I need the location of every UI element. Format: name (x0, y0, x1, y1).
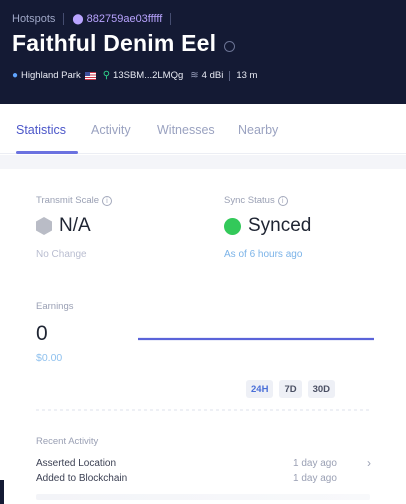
range-24h-button[interactable]: 24H (246, 380, 274, 398)
activity-item-text[interactable]: Asserted Location (36, 458, 116, 469)
breadcrumb-hotspots-link[interactable]: Hotspots (12, 13, 55, 25)
sync-status-value: Synced (248, 215, 312, 236)
tab-activity[interactable]: Activity (91, 123, 131, 137)
antenna-icon: ≋ (190, 70, 199, 81)
section-divider (36, 409, 370, 411)
tab-nearby[interactable]: Nearby (238, 123, 278, 137)
title-row: Faithful Denim Eel (12, 30, 236, 57)
hotspot-header: Hotspots ⬤ 882759ae03fffff Faithful Deni… (0, 0, 406, 104)
owner-address[interactable]: 13SBM...2LMQg (113, 70, 183, 81)
recent-activity-label: Recent Activity (36, 436, 99, 447)
location-text[interactable]: Highland Park (21, 70, 81, 81)
activity-item-time: 1 day ago (293, 473, 337, 484)
transmit-scale-value: N/A (59, 215, 91, 236)
hotspot-pin-icon: ⬤ (72, 13, 84, 25)
elevation: 13 m (236, 70, 258, 81)
sync-status-sub: As of 6 hours ago (224, 249, 303, 260)
transmit-scale-label: Transmit Scale i (36, 195, 112, 206)
transmit-scale-sub: No Change (36, 249, 87, 260)
earnings-sparkline (138, 337, 374, 341)
meta-divider (229, 70, 231, 81)
info-icon[interactable]: i (102, 195, 112, 206)
hexagon-icon (36, 217, 52, 235)
section-gap (0, 155, 406, 169)
hotspot-name: Faithful Denim Eel (12, 30, 217, 56)
hotspot-address[interactable]: ⬤ 882759ae03fffff (72, 13, 162, 25)
transmit-scale-label-text: Transmit Scale (36, 195, 99, 206)
range-selector: 24H 7D 30D (246, 380, 341, 398)
sync-status-label-text: Sync Status (224, 195, 275, 206)
breadcrumb-divider (63, 13, 65, 25)
activity-item-time: 1 day ago (293, 458, 337, 469)
tab-statistics[interactable]: Statistics (16, 123, 66, 137)
activity-item-text[interactable]: Added to Blockchain (36, 473, 127, 484)
sync-status-label: Sync Status i (224, 195, 288, 206)
antenna-gain: 4 dBi (201, 70, 224, 81)
owner-icon: ⚲ (102, 70, 111, 81)
green-dot-icon (224, 218, 241, 235)
hotspot-meta: ● Highland Park ⚲ 13SBM...2LMQg ≋ 4 dBi … (12, 70, 257, 81)
window-edge (0, 480, 4, 504)
earnings-usd: $0.00 (36, 352, 63, 364)
earnings-label: Earnings (36, 301, 74, 312)
list-item (36, 494, 370, 500)
tab-bar: Statistics Activity Witnesses Nearby (0, 104, 406, 154)
chevron-right-icon[interactable]: › (367, 456, 371, 470)
range-30d-button[interactable]: 30D (307, 380, 336, 398)
copy-icon[interactable] (224, 40, 236, 52)
breadcrumb-divider (170, 13, 172, 25)
location-pin-icon: ● (12, 70, 19, 81)
range-7d-button[interactable]: 7D (279, 380, 302, 398)
earnings-value: 0 (36, 322, 48, 345)
info-icon[interactable]: i (277, 195, 288, 206)
statistics-card: Transmit Scale i N/A No Change Sync Stat… (0, 169, 406, 504)
tab-witnesses[interactable]: Witnesses (157, 123, 215, 137)
hotspot-address-text: 882759ae03fffff (86, 13, 163, 25)
us-flag-icon (84, 71, 96, 80)
breadcrumb: Hotspots ⬤ 882759ae03fffff (12, 11, 179, 27)
active-tab-indicator (16, 151, 78, 154)
